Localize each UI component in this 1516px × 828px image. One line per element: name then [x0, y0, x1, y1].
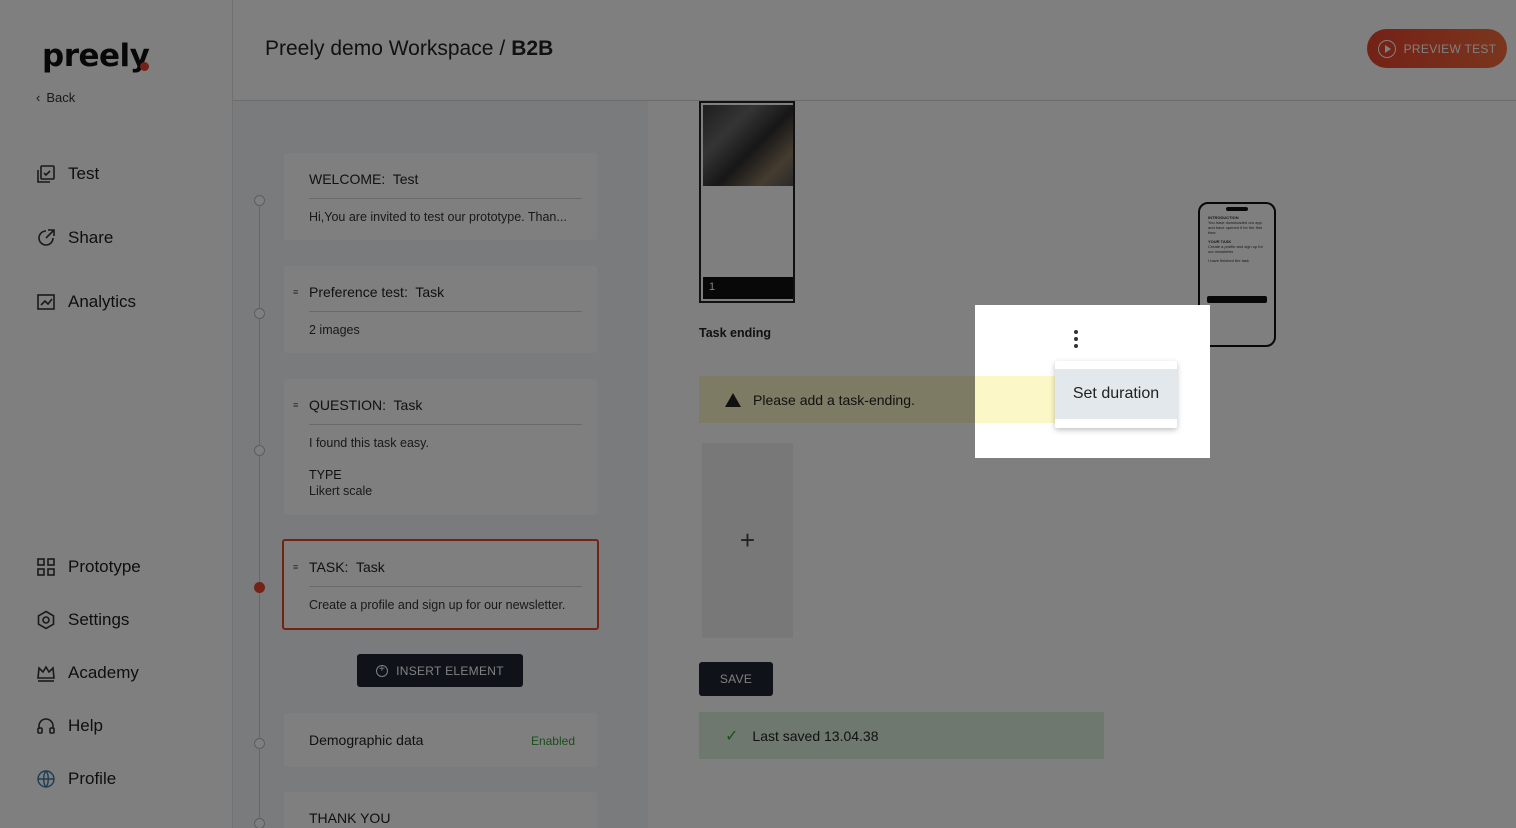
sidebar-item-label: Settings [68, 610, 130, 629]
chevron-left-icon: ‹ [36, 90, 41, 105]
back-link[interactable]: ‹ Back [36, 90, 75, 105]
crown-icon [37, 665, 55, 682]
globe-icon [37, 770, 55, 788]
timeline-line [259, 199, 260, 828]
gear-icon [37, 610, 55, 630]
breadcrumb-workspace[interactable]: Preely demo Workspace [265, 37, 493, 60]
preview-test-label: PREVIEW TEST [1403, 41, 1497, 56]
spotlight-region: Set duration [975, 305, 1210, 458]
breadcrumb-project: B2B [511, 37, 554, 60]
share-icon [38, 229, 55, 246]
save-button[interactable]: SAVE [699, 662, 773, 696]
check-icon: ✓ [725, 727, 739, 745]
back-label: Back [46, 90, 76, 105]
flow-card-question[interactable]: ≡ QUESTION: Task I found this task easy. … [284, 379, 597, 515]
breadcrumb-separator: / [499, 37, 506, 60]
sidebar-item-label: Share [68, 228, 114, 247]
task-ending-label: Task ending [699, 326, 772, 340]
card-title: ≡ Preference test: Task [293, 266, 582, 312]
thumbnail-photo [703, 105, 793, 186]
logo-dot [140, 62, 149, 71]
flow-card-welcome[interactable]: WELCOME: Test Hi,You are invited to test… [284, 153, 597, 240]
card-body: I found this task easy. [309, 436, 429, 450]
timeline-dot [254, 818, 265, 828]
breadcrumb: Preely demo Workspace / B2B [265, 37, 553, 61]
image-thumbnail[interactable]: 1 [699, 101, 795, 303]
flow-card-preference[interactable]: ≡ Preference test: Task 2 images [284, 266, 597, 353]
card-name: Task [415, 284, 445, 300]
sidebar-item-help[interactable]: Help [36, 716, 103, 736]
grid-icon [37, 558, 55, 576]
menu-item-set-duration[interactable]: Set duration [1055, 369, 1177, 419]
flow-card-thank-you[interactable]: THANK YOU [284, 792, 597, 828]
flow-card-demographic[interactable]: Demographic data Enabled [284, 713, 597, 767]
warning-icon [725, 392, 741, 407]
sidebar-item-label: Academy [68, 663, 139, 682]
phone-intro-text: You have downloaded our app and have ope… [1208, 220, 1263, 235]
thumbnail-number: 1 [703, 277, 793, 299]
headset-icon [37, 718, 55, 734]
card-type: QUESTION: [309, 397, 387, 413]
sidebar-item-prototype[interactable]: Prototype [36, 557, 141, 577]
add-task-ending-button[interactable]: + [702, 443, 793, 638]
sidebar-item-settings[interactable]: Settings [36, 610, 129, 630]
flow-card-task-selected[interactable]: ≡ TASK: Task Create a profile and sign up… [282, 539, 599, 630]
card-name: Test [392, 171, 419, 187]
timeline-dot [254, 195, 265, 206]
phone-start-button [1207, 296, 1267, 303]
test-icon [37, 165, 55, 183]
card-title: WELCOME: Test [309, 153, 582, 199]
thank-you-label: THANK YOU [309, 810, 391, 826]
analytics-icon [37, 294, 55, 310]
context-menu: Set duration [1055, 361, 1177, 428]
sidebar-item-analytics[interactable]: Analytics [36, 292, 136, 312]
insert-element-label: INSERT ELEMENT [396, 663, 504, 678]
card-type-heading: TYPE [309, 468, 342, 482]
timeline-dot [254, 308, 265, 319]
preview-test-button[interactable]: PREVIEW TEST [1367, 29, 1507, 68]
timeline-dot-active [254, 582, 265, 593]
drag-handle-icon[interactable]: ≡ [293, 287, 298, 297]
timeline-dot [254, 738, 265, 749]
phone-checkbox-label: I have finished the task [1208, 258, 1249, 263]
card-title: ≡ QUESTION: Task [293, 379, 582, 425]
test-flow-panel: WELCOME: Test Hi,You are invited to test… [233, 101, 648, 828]
sidebar-item-label: Prototype [68, 557, 141, 576]
card-name: Task [393, 397, 423, 413]
card-name: Task [355, 559, 385, 575]
card-body: Create a profile and sign up for our new… [309, 598, 566, 612]
sidebar-item-share[interactable]: Share [36, 228, 113, 248]
card-body: 2 images [309, 323, 360, 337]
insert-element-button[interactable]: + INSERT ELEMENT [357, 654, 523, 687]
sidebar-item-label: Help [68, 716, 103, 735]
timeline-dot [254, 445, 265, 456]
sidebar-item-test[interactable]: Test [36, 164, 99, 184]
play-icon [1377, 39, 1396, 58]
card-title: ≡ TASK: Task [293, 541, 582, 587]
card-type: WELCOME: [309, 171, 386, 187]
sidebar-item-label: Profile [68, 769, 117, 788]
preely-logo[interactable]: preely [42, 38, 150, 74]
last-saved-text: Last saved 13.04.38 [752, 727, 879, 744]
warning-text: Please add a task-ending. [753, 391, 915, 408]
phone-notch [1226, 207, 1248, 211]
sidebar: preely ‹ Back Test Share Analytics Proto… [0, 0, 233, 828]
drag-handle-icon[interactable]: ≡ [293, 562, 298, 572]
card-body: Hi,You are invited to test our prototype… [309, 210, 567, 224]
card-type-value: Likert scale [309, 484, 373, 498]
sidebar-item-label: Analytics [68, 292, 137, 311]
enabled-status: Enabled [530, 734, 575, 748]
sidebar-item-label: Test [68, 164, 100, 183]
card-type: TASK: [309, 559, 349, 575]
plus-circle-icon: + [376, 664, 389, 677]
card-type: Preference test: [309, 284, 408, 300]
drag-handle-icon[interactable]: ≡ [293, 400, 298, 410]
more-options-icon[interactable] [1074, 330, 1078, 348]
top-header: Preely demo Workspace / B2B PREVIEW TEST [233, 0, 1516, 101]
last-saved-banner: ✓ Last saved 13.04.38 [699, 712, 1104, 759]
sidebar-item-academy[interactable]: Academy [36, 663, 139, 683]
sidebar-item-profile[interactable]: Profile [36, 769, 116, 789]
phone-task-text: Create a profile and sign up for our new… [1208, 244, 1263, 254]
